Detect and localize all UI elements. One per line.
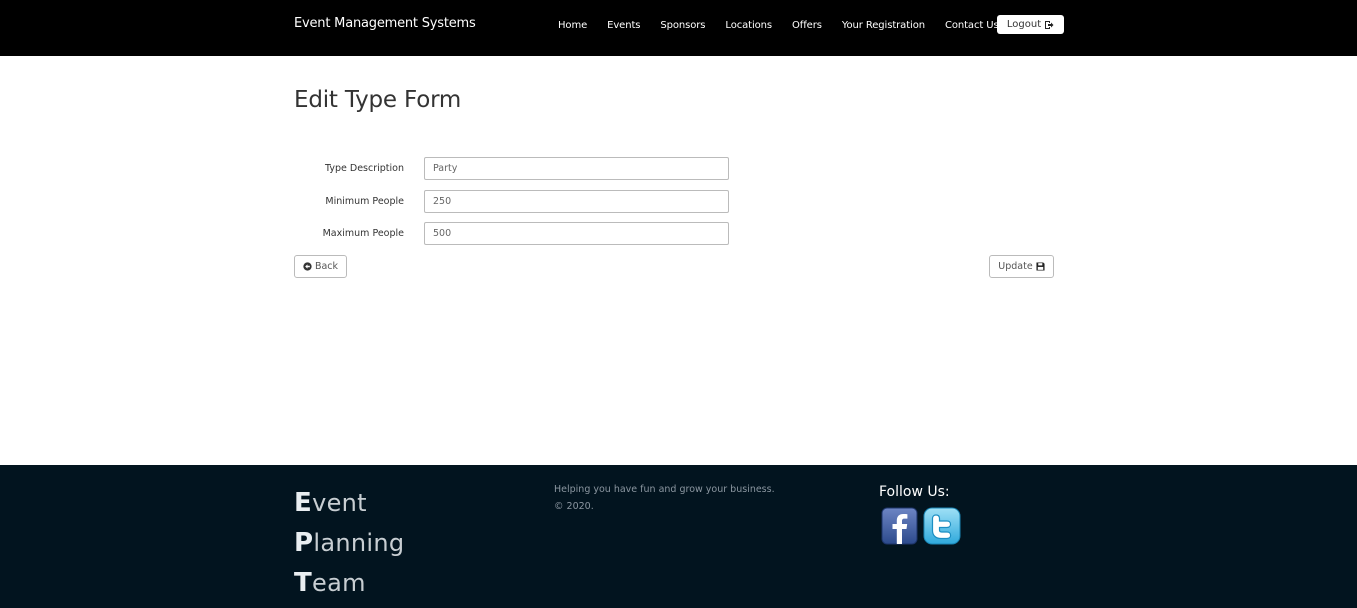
back-button[interactable]: Back [294,255,347,278]
logout-button[interactable]: Logout [997,15,1064,34]
logo-line-event: Event [294,488,367,518]
page-title: Edit Type Form [294,87,462,113]
minimum-people-row: Minimum People [294,190,734,214]
nav-link-offers[interactable]: Offers [782,20,832,31]
copyright-text: © 2020. [554,501,594,512]
arrow-circle-left-icon [303,262,312,271]
nav-link-locations[interactable]: Locations [715,20,782,31]
brand-title[interactable]: Event Management Systems [294,16,476,31]
nav-link-home[interactable]: Home [548,20,597,31]
nav-link-your-registration[interactable]: Your Registration [832,20,935,31]
site-footer: Event Planning Team Helping you have fun… [0,465,1357,608]
type-description-label: Type Description [325,163,404,174]
save-icon [1036,262,1045,271]
logout-icon [1045,20,1054,29]
footer-logo: Event Planning Team [294,483,404,603]
tagline-text: Helping you have fun and grow your busin… [554,484,775,495]
logo-line-planning: Planning [294,528,405,558]
maximum-people-row: Maximum People [294,222,734,246]
main-nav: Home Events Sponsors Locations Offers Yo… [548,0,1009,50]
maximum-people-input[interactable] [424,222,729,245]
back-label: Back [314,261,339,272]
update-button[interactable]: Update [989,255,1054,278]
nav-link-sponsors[interactable]: Sponsors [650,20,715,31]
top-navbar: Event Management Systems Home Events Spo… [0,0,1357,56]
type-description-row: Type Description [294,157,734,181]
minimum-people-input[interactable] [424,190,729,213]
twitter-icon[interactable] [923,507,961,545]
minimum-people-label: Minimum People [325,196,404,207]
maximum-people-label: Maximum People [322,228,404,239]
type-description-input[interactable] [424,157,729,180]
footer-tagline: Helping you have fun and grow your busin… [554,481,775,515]
update-label: Update [998,261,1033,272]
nav-link-events[interactable]: Events [597,20,650,31]
logo-line-team: Team [294,568,366,598]
facebook-icon[interactable] [881,507,919,545]
follow-us-label: Follow Us: [879,484,950,500]
logout-label: Logout [1006,19,1042,30]
